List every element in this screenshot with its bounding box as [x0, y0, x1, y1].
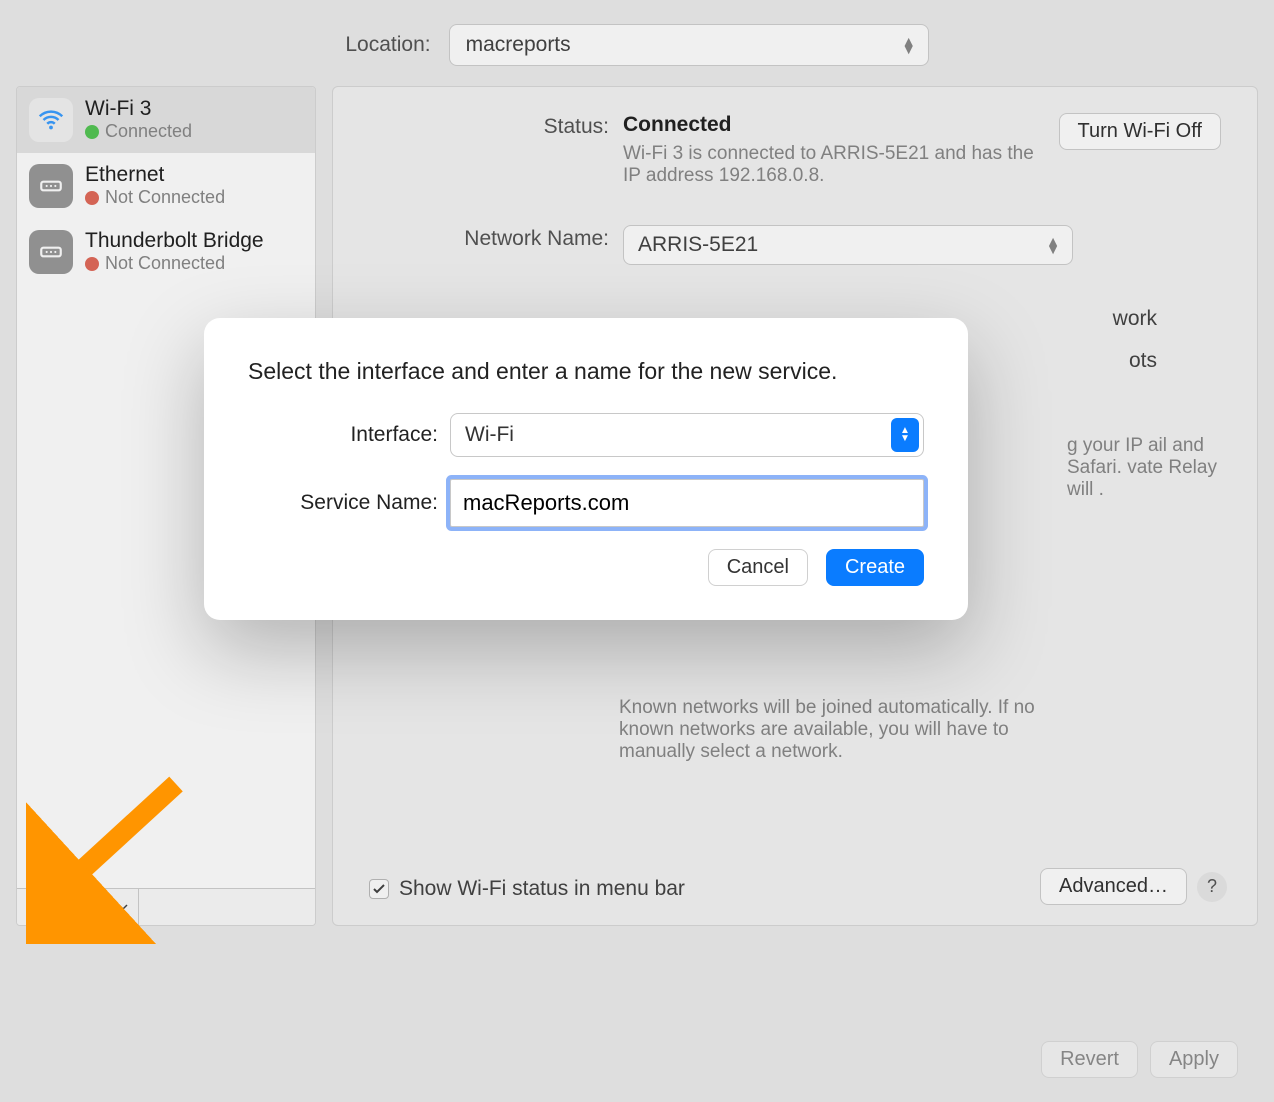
status-value: Connected — [623, 113, 732, 136]
partial-text: work — [1113, 307, 1157, 331]
known-networks-text: Known networks will be joined automatica… — [619, 697, 1039, 763]
status-dot-icon — [85, 191, 99, 205]
service-name: Wi-Fi 3 — [85, 97, 192, 121]
ethernet-icon — [29, 164, 73, 208]
chevrons-vertical-icon: ▲▼ — [1046, 237, 1060, 253]
thunderbolt-icon — [29, 230, 73, 274]
location-select[interactable]: macreports ▲▼ — [449, 24, 929, 66]
network-name-label: Network Name: — [369, 225, 609, 251]
service-item-wifi[interactable]: Wi-Fi 3 Connected — [17, 87, 315, 153]
service-status: Connected — [105, 121, 192, 142]
partial-text: ots — [1129, 349, 1157, 373]
new-service-dialog: Select the interface and enter a name fo… — [204, 318, 968, 620]
dialog-prompt: Select the interface and enter a name fo… — [248, 358, 924, 385]
sidebar-footer: + − — [17, 888, 315, 925]
chevrons-vertical-icon: ▲▼ — [902, 37, 916, 53]
service-status: Not Connected — [105, 253, 225, 274]
wifi-icon — [29, 98, 73, 142]
chevrons-vertical-icon: ▲▼ — [891, 418, 919, 452]
relay-text: g your IP ail and Safari. vate Relay wil… — [1067, 435, 1217, 501]
service-name-input[interactable] — [450, 479, 924, 527]
remove-service-button[interactable]: − — [53, 889, 89, 925]
service-name: Ethernet — [85, 163, 225, 187]
status-description: Wi-Fi 3 is connected to ARRIS-5E21 and h… — [623, 143, 1045, 187]
network-name-select[interactable]: ARRIS-5E21 ▲▼ — [623, 225, 1073, 265]
cancel-button[interactable]: Cancel — [708, 549, 808, 586]
network-name-value: ARRIS-5E21 — [638, 233, 758, 257]
status-dot-icon — [85, 125, 99, 139]
help-icon[interactable]: ? — [1197, 872, 1227, 902]
show-menu-label: Show Wi-Fi status in menu bar — [399, 877, 685, 901]
revert-button[interactable]: Revert — [1041, 1041, 1138, 1078]
interface-select[interactable]: Wi-Fi ▲▼ — [450, 413, 924, 457]
status-label: Status: — [369, 113, 609, 139]
service-item-ethernet[interactable]: Ethernet Not Connected — [17, 153, 315, 219]
service-name: Thunderbolt Bridge — [85, 229, 264, 253]
service-status: Not Connected — [105, 187, 225, 208]
location-value: macreports — [466, 33, 571, 57]
add-service-button[interactable]: + — [17, 889, 53, 925]
checkbox-icon[interactable] — [369, 879, 389, 899]
status-dot-icon — [85, 257, 99, 271]
service-name-label: Service Name: — [248, 491, 438, 515]
turn-wifi-off-button[interactable]: Turn Wi-Fi Off — [1059, 113, 1221, 150]
service-options-button[interactable] — [89, 889, 139, 925]
apply-button[interactable]: Apply — [1150, 1041, 1238, 1078]
advanced-button[interactable]: Advanced… — [1040, 868, 1187, 905]
interface-label: Interface: — [248, 423, 438, 447]
interface-value: Wi-Fi — [465, 423, 514, 447]
create-button[interactable]: Create — [826, 549, 924, 586]
location-label: Location: — [345, 33, 430, 57]
service-item-thunderbolt[interactable]: Thunderbolt Bridge Not Connected — [17, 219, 315, 285]
